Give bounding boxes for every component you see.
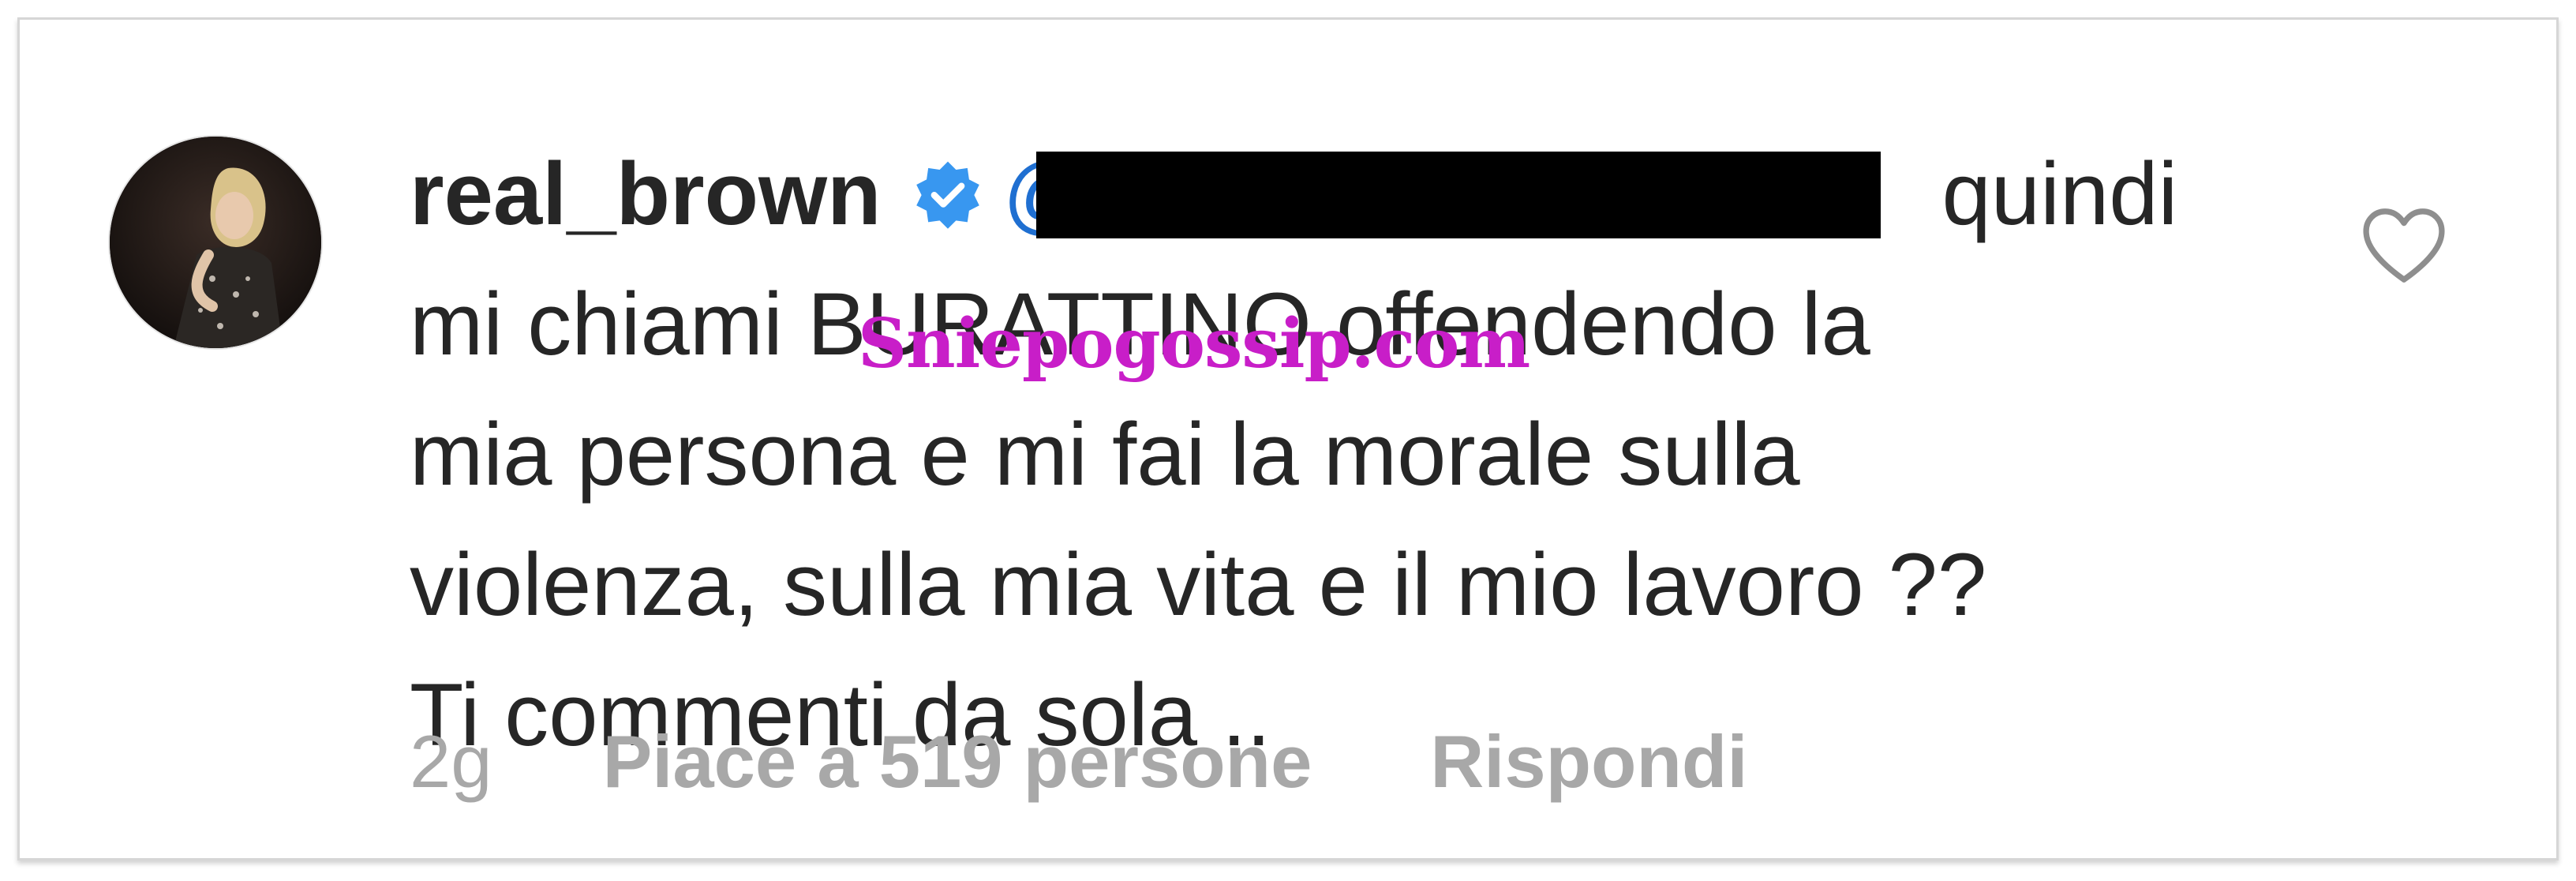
verified-badge-icon — [915, 161, 979, 229]
comment-timestamp: 2g — [410, 720, 492, 803]
reply-button[interactable]: Rispondi — [1430, 714, 1747, 809]
comment-body: real_brown @quindi mi chiami BURATTINO o… — [410, 129, 2383, 780]
profile-avatar[interactable] — [108, 135, 323, 350]
username-link[interactable]: real_brown — [410, 144, 882, 243]
comment-line-3: mia persona e mi fai la morale sulla — [410, 405, 1800, 504]
comment-line-2: mi chiami BURATTINO offendendo la — [410, 275, 1870, 373]
comment-card: real_brown @quindi mi chiami BURATTINO o… — [17, 17, 2559, 860]
comment-text: quindi — [1941, 144, 2178, 243]
comment-line-1: real_brown @quindi — [410, 129, 2383, 259]
comment-meta: 2g Piace a 519 persone Rispondi — [410, 714, 1747, 809]
redaction-bar — [1035, 152, 1881, 238]
comment-line-4: violenza, sulla mia vita e il mio lavoro… — [410, 535, 1987, 634]
heart-icon[interactable] — [2361, 206, 2447, 285]
likes-count-link[interactable]: Piace a 519 persone — [603, 714, 1312, 809]
avatar-photo — [110, 137, 321, 348]
